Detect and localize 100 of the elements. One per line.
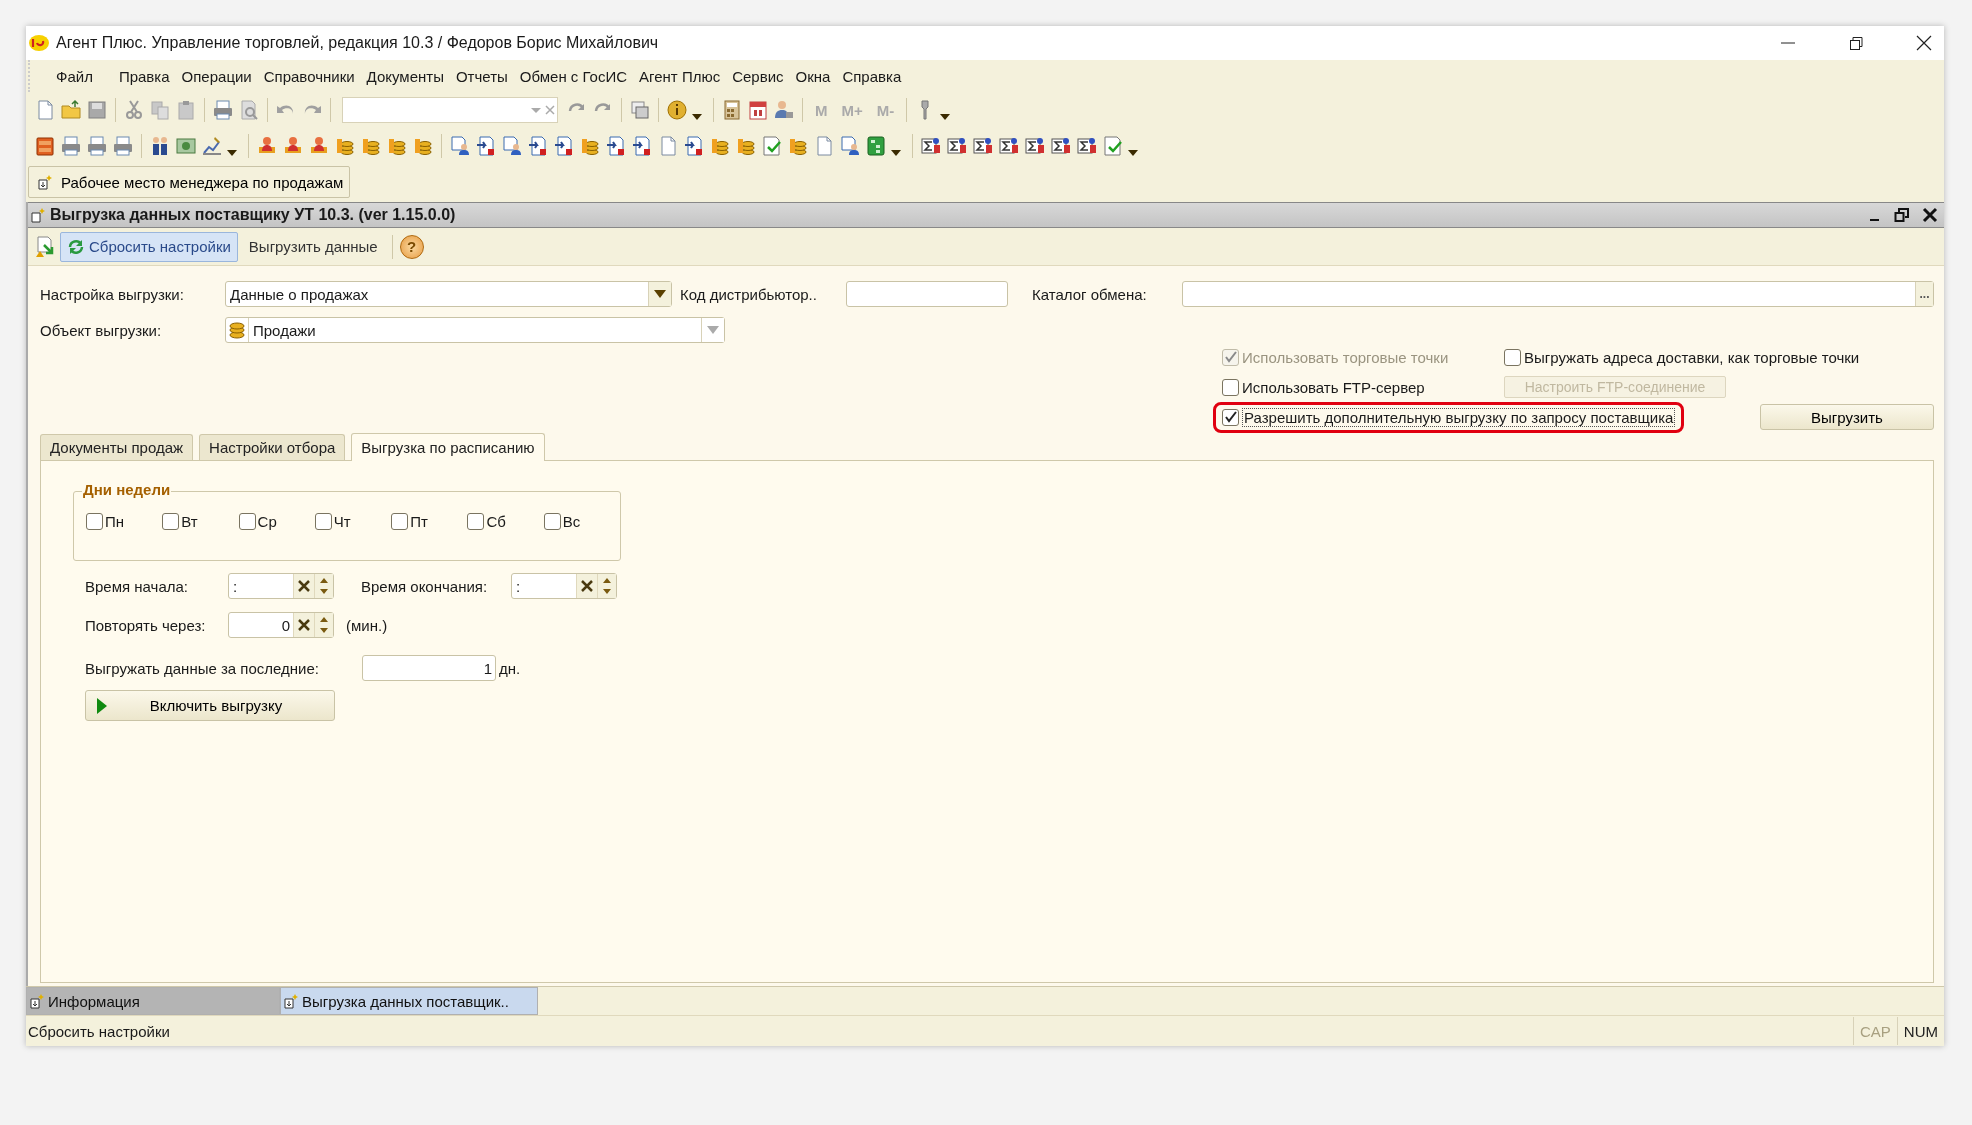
document-person-icon[interactable] <box>449 135 471 157</box>
menu-item[interactable]: Операции <box>175 67 258 85</box>
menu-item[interactable]: Правка <box>112 67 176 85</box>
caret-icon[interactable] <box>1128 150 1138 156</box>
object-combo-field[interactable]: Продажи <box>225 317 725 343</box>
menu-item[interactable]: Агент Плюс <box>633 67 727 85</box>
checkbox-label: Пн <box>105 513 125 530</box>
repeat-interval-field[interactable]: 0 <box>228 612 334 638</box>
user-icon[interactable] <box>773 99 795 121</box>
document-arrow-icon[interactable] <box>683 135 705 157</box>
printer-icon[interactable] <box>86 135 108 157</box>
browse-button[interactable]: ... <box>1915 282 1933 306</box>
menu-item[interactable]: Файл <box>40 67 113 85</box>
caret-icon[interactable] <box>891 150 901 156</box>
sigma-icon[interactable] <box>972 135 994 157</box>
document-person-icon[interactable] <box>839 135 861 157</box>
window-tab[interactable]: Информация <box>26 987 280 1015</box>
checkbox-label: Разрешить дополнительную выгрузку по запросу поставщика <box>1242 407 1676 427</box>
checkbox[interactable] <box>238 513 256 530</box>
checkbox[interactable] <box>86 513 103 530</box>
document-arrow-icon[interactable] <box>605 135 627 157</box>
document-arrow-icon[interactable] <box>475 135 497 157</box>
export-icon[interactable] <box>34 234 56 259</box>
windows-icon[interactable] <box>629 99 651 121</box>
checkbox[interactable] <box>467 513 485 530</box>
export-button[interactable]: Выгрузить <box>1760 404 1934 430</box>
printer-icon[interactable] <box>60 135 82 157</box>
period-days-field[interactable]: 1 <box>362 655 496 681</box>
form-icon <box>283 993 299 1009</box>
menu-item[interactable]: Сервис <box>726 67 790 85</box>
document-person-icon[interactable] <box>501 135 523 157</box>
document-arrow-icon[interactable] <box>553 135 575 157</box>
close-icon[interactable] <box>1916 35 1932 51</box>
toolbar-button[interactable]: Выгрузить данные <box>241 231 385 262</box>
menu-item[interactable]: Справка <box>836 67 908 85</box>
field-label: Время окончания: <box>361 577 489 595</box>
sigma-icon[interactable] <box>1050 135 1072 157</box>
sigma-icon[interactable] <box>1076 135 1098 157</box>
end-time-field[interactable]: : <box>511 573 617 599</box>
coins-icon <box>228 321 246 339</box>
dropdown-icon[interactable] <box>654 290 666 298</box>
banknote-icon[interactable] <box>175 135 197 157</box>
form-icon <box>29 993 45 1009</box>
cabinet-icon[interactable] <box>34 135 56 157</box>
workplace-button[interactable]: Рабочее место менеджера по продажам <box>28 166 351 198</box>
page-magnifier-icon[interactable] <box>238 99 260 121</box>
checkbox[interactable] <box>543 513 561 530</box>
app-logo-icon <box>28 34 50 52</box>
key-indicator: NUM <box>1896 1017 1944 1045</box>
caret-icon[interactable] <box>692 114 702 120</box>
document-arrow-icon[interactable] <box>631 135 653 157</box>
sigma-icon[interactable] <box>1024 135 1046 157</box>
enable-export-button[interactable]: Включить выгрузку <box>85 690 335 721</box>
pen-chart-icon[interactable] <box>201 135 223 157</box>
checkbox[interactable] <box>314 513 332 530</box>
scissors-icon[interactable] <box>123 99 145 121</box>
checkbox[interactable] <box>1222 408 1239 426</box>
start-time-field[interactable]: : <box>228 573 334 599</box>
menu-item[interactable]: Отчеты <box>449 67 514 85</box>
checkbox[interactable] <box>1504 348 1521 366</box>
menu-item[interactable]: Окна <box>789 67 837 85</box>
menu-item[interactable]: Документы <box>360 67 450 85</box>
clipboard-icon[interactable] <box>175 99 197 121</box>
sigma-icon[interactable] <box>920 135 942 157</box>
exchange-catalog-field[interactable]: ... <box>1182 281 1934 307</box>
tab[interactable]: Документы продаж <box>40 434 194 460</box>
checkbox[interactable] <box>1222 378 1239 396</box>
checkbox-label: Чт <box>333 513 351 530</box>
document-check-icon[interactable] <box>761 135 783 157</box>
folder-icon[interactable] <box>60 99 82 121</box>
help-button[interactable]: ? <box>399 234 424 259</box>
field-label: Время начала: <box>85 577 189 595</box>
printer-icon[interactable] <box>212 99 234 121</box>
checkbox-label: Вт <box>181 513 198 530</box>
checkbox[interactable] <box>391 513 409 530</box>
calculator-icon[interactable] <box>721 99 743 121</box>
checkbox-label: Вс <box>562 513 581 530</box>
caret-icon[interactable] <box>940 114 951 120</box>
calendar-icon[interactable] <box>747 99 769 121</box>
unit-label: дн. <box>499 659 521 677</box>
menu-item[interactable]: Обмен с ГосИС <box>513 67 634 85</box>
caret-icon[interactable] <box>227 150 237 156</box>
window-tab[interactable]: Выгрузка данных поставщик.. <box>280 987 538 1015</box>
menu-item[interactable]: Справочники <box>257 67 361 85</box>
restore-icon[interactable] <box>1848 35 1864 51</box>
printer-icon[interactable] <box>112 135 134 157</box>
sigma-icon[interactable] <box>998 135 1020 157</box>
toolbar-button[interactable]: Сбросить настройки <box>60 231 238 262</box>
distributor-code-field[interactable] <box>846 281 1008 307</box>
close-icon[interactable] <box>1922 207 1938 223</box>
checkbox[interactable] <box>162 513 180 530</box>
restore-icon[interactable] <box>1894 207 1910 223</box>
tree-icon[interactable] <box>865 135 887 157</box>
settings-combo-field[interactable]: Данные о продажах <box>225 281 672 307</box>
info-icon[interactable] <box>666 99 688 121</box>
sigma-icon[interactable] <box>946 135 968 157</box>
document-arrow-icon[interactable] <box>527 135 549 157</box>
tab[interactable]: Выгрузка по расписанию <box>351 433 545 461</box>
document-check-icon[interactable] <box>1102 135 1124 157</box>
tab[interactable]: Настройки отбора <box>199 434 346 460</box>
